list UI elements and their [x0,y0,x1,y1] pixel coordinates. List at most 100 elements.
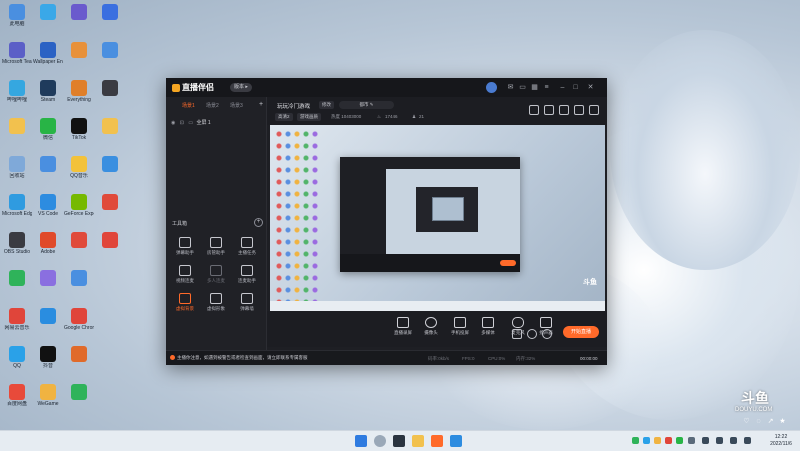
tray-qq-icon[interactable] [643,437,650,444]
desktop-icon[interactable]: OBS Studio [2,232,32,255]
media-button[interactable]: 多媒体 [475,317,501,336]
desktop-icon[interactable] [64,4,94,21]
desktop-icon[interactable]: Wallpaper Engine [33,42,63,65]
desktop-icon[interactable] [33,270,63,287]
tool-button[interactable]: 弹幕助手 [170,237,200,256]
eye-icon[interactable] [527,329,537,339]
desktop-icon[interactable] [64,42,94,59]
desktop-icon[interactable]: Microsoft Edge [2,194,32,217]
record-icon[interactable] [512,329,522,339]
message-icon[interactable]: ✉ [506,83,515,92]
desktop-icon[interactable] [64,384,94,401]
desktop-icon[interactable]: Microsoft Teams [2,42,32,65]
task-view-icon[interactable] [393,435,405,447]
system-clock[interactable]: 12:22 2022/11/6 [764,434,798,448]
tool-button[interactable]: 房管助手 [201,237,231,256]
close-icon[interactable]: ✕ [586,83,595,92]
desktop-icon[interactable] [64,270,94,287]
streaming-app-taskbar-icon[interactable] [431,435,443,447]
desktop-icon[interactable]: 此电脑 [2,4,32,27]
minimize-icon[interactable]: – [558,83,567,92]
tray-wechat-icon[interactable] [676,437,683,444]
desktop-icon[interactable] [64,346,94,363]
desktop-icon[interactable]: Google Chrome [64,308,94,331]
quality-badge[interactable]: 高清2 [275,113,293,121]
tool-button[interactable]: 弹幕墙 [232,293,262,312]
battery-icon[interactable] [744,437,751,444]
screen-icon[interactable]: ▭ [518,83,527,92]
game-badge[interactable]: 游戏画质 [297,113,321,121]
add-scene-button[interactable]: + [259,101,263,108]
tool-button[interactable]: 主播任务 [232,237,262,256]
desktop-icon[interactable]: 哔哩哔哩 [2,80,32,103]
phone-cast-button[interactable]: 手机投屏 [447,317,473,336]
desktop-icon[interactable]: QQ [2,346,32,369]
edge-taskbar-icon[interactable] [450,435,462,447]
tray-app-icon[interactable] [632,437,639,444]
desktop-icon[interactable]: 回收站 [2,156,32,179]
share-icon[interactable] [589,105,599,115]
desktop-icon[interactable] [95,118,125,135]
eye-icon[interactable]: ◉ [171,120,175,126]
start-menu-icon[interactable] [355,435,367,447]
tray-chevron-icon[interactable] [688,437,695,444]
category-selector[interactable]: 都市 ✎ [339,101,394,109]
lock-icon[interactable] [544,105,554,115]
tool-button[interactable]: 虚拟背景 [170,293,200,312]
desktop-icon[interactable] [33,4,63,21]
desktop-icon[interactable]: Everything [64,80,94,103]
tab-scene-1[interactable]: 场景1 [182,102,195,109]
menu-icon[interactable]: ≡ [542,83,551,92]
desktop-icon[interactable]: Steam [33,80,63,103]
gift-icon[interactable]: ▦ [530,83,539,92]
toolbox-add-button[interactable]: + [254,218,263,227]
stream-preview[interactable]: 斗鱼 [270,125,605,311]
wifi-icon[interactable] [716,437,723,444]
desktop-icon[interactable] [95,80,125,97]
desktop-icon[interactable] [33,308,63,325]
bell-icon[interactable] [574,105,584,115]
volume-icon[interactable] [730,437,737,444]
screen-record-button[interactable]: 直播录屏 [390,317,416,336]
lock-icon[interactable]: ⊡ [180,120,184,126]
desktop-icon[interactable]: Adobe [33,232,63,255]
edit-title-button[interactable]: 修改 [319,101,334,109]
desktop-icon[interactable]: 抖音 [33,346,63,369]
copy-icon[interactable] [559,105,569,115]
tool-button[interactable]: 多人连麦 [201,265,231,284]
desktop-icon[interactable] [33,156,63,173]
file-explorer-icon[interactable] [412,435,424,447]
tray-app-icon[interactable] [654,437,661,444]
tool-button[interactable]: 连麦助手 [232,265,262,284]
camera-button[interactable]: 摄像头 [418,317,444,336]
tab-scene-3[interactable]: 场景3 [230,102,243,109]
desktop-icon[interactable]: 百度网盘 [2,384,32,407]
desktop-icon[interactable]: QQ音乐 [64,156,94,179]
desktop-icon[interactable] [2,118,32,135]
desktop-icon[interactable]: TikTok [64,118,94,141]
tray-app-icon[interactable] [665,437,672,444]
version-button[interactable]: 版本 ▸ [230,83,252,92]
start-live-button[interactable]: 开始直播 [563,326,599,338]
avatar[interactable] [486,82,497,93]
desktop-icon[interactable]: 微信 [33,118,63,141]
layout-icon[interactable] [529,105,539,115]
desktop-icon[interactable]: VS Code [33,194,63,217]
desktop-icon[interactable] [2,270,32,287]
settings-gear-icon[interactable] [542,329,552,339]
desktop-icon[interactable]: GeForce Experience [64,194,94,217]
ime-icon[interactable] [702,437,709,444]
desktop-icon[interactable]: 网易云音乐 [2,308,32,331]
desktop-icon[interactable] [95,42,125,59]
desktop-icon[interactable]: WeGame [33,384,63,407]
scene-source-item[interactable]: ◉ ⊡ ▭ 全屏 1 [171,118,261,128]
tool-button[interactable]: 视频连麦 [170,265,200,284]
desktop-icon[interactable] [95,156,125,173]
maximize-icon[interactable]: □ [571,83,580,92]
tab-scene-2[interactable]: 场景2 [206,102,219,109]
desktop-icon[interactable] [64,232,94,249]
desktop-icon[interactable] [95,232,125,249]
desktop-icon[interactable] [95,194,125,211]
search-icon[interactable] [374,435,386,447]
desktop-icon[interactable] [95,4,125,21]
